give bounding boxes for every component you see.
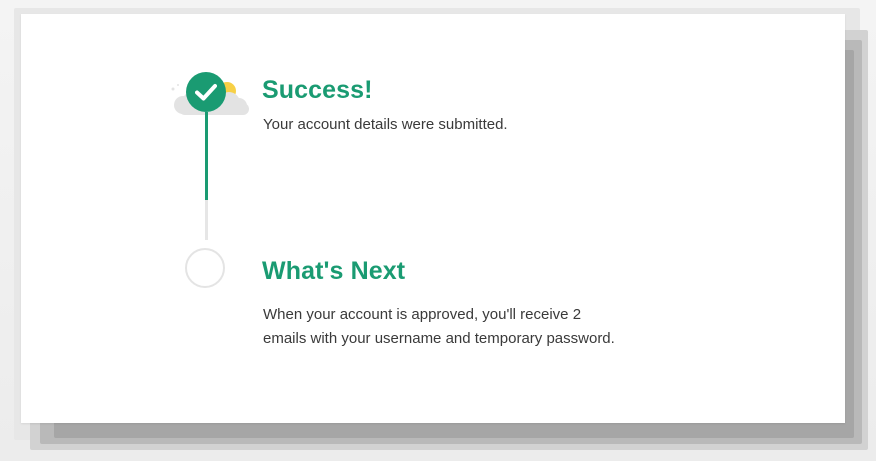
empty-circle-icon <box>185 248 225 288</box>
step-title-next: What's Next <box>262 257 406 285</box>
description-line: When your account is approved, you'll re… <box>263 306 582 323</box>
step-description-next: When your account is approved, you'll re… <box>263 303 723 351</box>
check-circle-icon <box>186 72 226 112</box>
check-icon <box>195 84 217 101</box>
step-title-success: Success! <box>262 76 373 104</box>
step-description-success: Your account details were submitted. <box>263 116 508 133</box>
description-line: emails with your username and temporary … <box>263 330 615 347</box>
progress-line-pending <box>205 200 208 240</box>
screen: Success! Your account details were submi… <box>0 0 876 461</box>
progress-line-complete <box>205 112 208 200</box>
confirmation-card: Success! Your account details were submi… <box>21 14 845 423</box>
